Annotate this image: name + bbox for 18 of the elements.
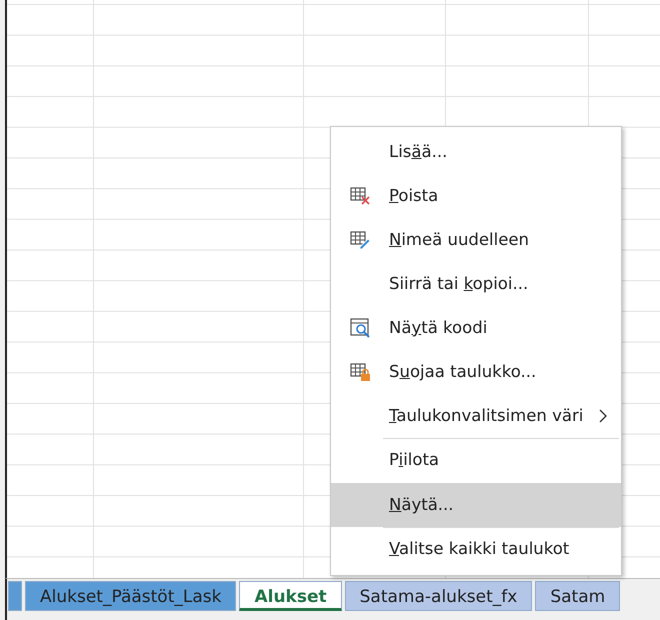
menu-item[interactable]: Lisää... xyxy=(331,130,621,174)
table-pencil-icon xyxy=(350,230,370,250)
table-delete-icon xyxy=(350,186,370,206)
menu-item[interactable]: Näytä... xyxy=(331,483,621,527)
sheet-tab[interactable]: Satam xyxy=(535,581,620,611)
sheet-tab[interactable]: Alukset xyxy=(239,581,342,611)
menu-item[interactable]: Näytä koodi xyxy=(331,306,621,350)
menu-item[interactable]: Suojaa taulukko... xyxy=(331,350,621,394)
menu-item[interactable]: Poista xyxy=(331,174,621,218)
menu-item[interactable]: Siirrä tai kopioi... xyxy=(331,262,621,306)
table-lock-icon xyxy=(350,362,370,382)
sheet-tab[interactable]: Alukset_Päästöt_Lask xyxy=(25,581,236,611)
sheet-tab[interactable] xyxy=(8,581,22,611)
menu-item[interactable]: Nimeä uudelleen xyxy=(331,218,621,262)
sheet-tab[interactable]: Satama-alukset_fx xyxy=(344,581,532,611)
menu-item[interactable]: Taulukonvalitsimen väri xyxy=(331,394,621,438)
chevron-right-icon xyxy=(599,409,607,423)
search-icon xyxy=(350,318,370,338)
